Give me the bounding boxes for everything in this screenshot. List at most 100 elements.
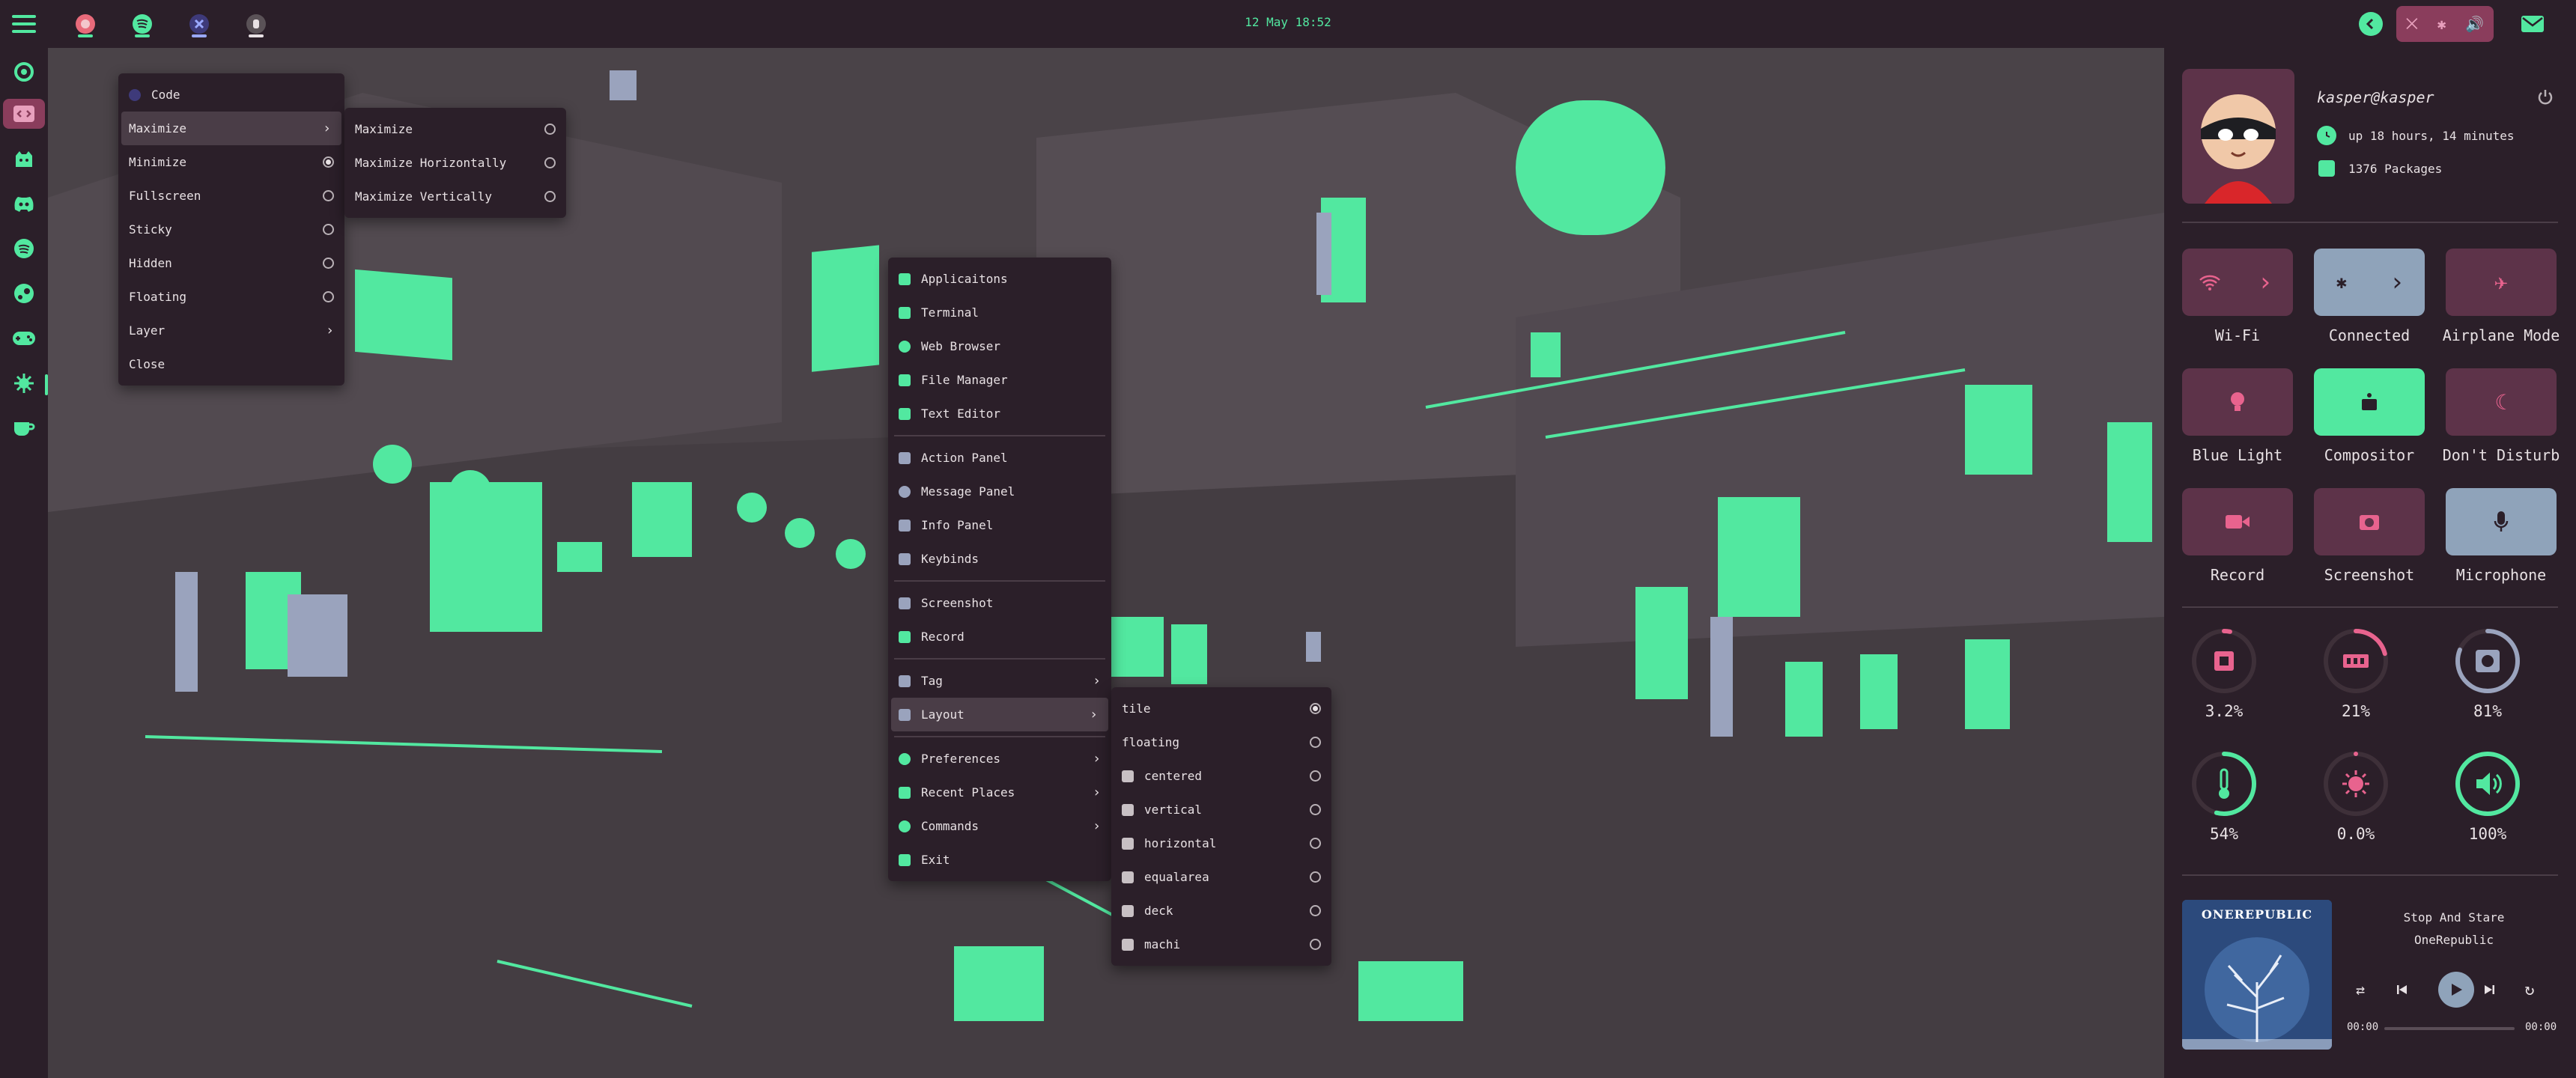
airplane-mode-toggle[interactable]: ✈ xyxy=(2446,249,2557,316)
blue-light-label: Blue Light xyxy=(2192,446,2283,464)
menu-item-preferences[interactable]: Preferences › xyxy=(888,742,1111,776)
menu-item-minimize[interactable]: Minimize xyxy=(118,145,344,179)
avatar xyxy=(2182,69,2294,204)
layout-item-equalarea[interactable]: equalarea xyxy=(1111,860,1331,894)
clock[interactable]: 12 May 18:52 xyxy=(1213,15,1363,29)
camera-icon xyxy=(2360,515,2379,530)
menu-separator xyxy=(894,580,1105,582)
desktop-main-menu: Applicaitons Terminal Web Browser File M… xyxy=(888,258,1111,881)
menu-item-maximize-both[interactable]: Maximize xyxy=(344,112,566,146)
menu-item-exit[interactable]: Exit xyxy=(888,843,1111,877)
radio-unchecked-icon xyxy=(544,157,556,168)
play-button[interactable] xyxy=(2438,972,2474,1008)
layout-item-floating[interactable]: floating xyxy=(1111,725,1331,759)
menu-item-tag[interactable]: Tag › xyxy=(888,664,1111,698)
chevron-right-icon: › xyxy=(1093,818,1101,834)
menu-item-maximize[interactable]: Maximize › xyxy=(121,112,341,145)
repeat-button[interactable]: ↻ xyxy=(2516,976,2543,1003)
gear-icon xyxy=(899,752,911,765)
radio-unchecked-icon xyxy=(544,191,556,202)
system-tray[interactable]: ⨉ ✱ 🔊 xyxy=(2396,6,2494,42)
layout-item-machi[interactable]: machi xyxy=(1111,928,1331,961)
shell-taskbar-button[interactable] xyxy=(241,9,271,39)
grid-layout-icon xyxy=(1122,871,1134,883)
spotify-dock-icon[interactable] xyxy=(9,234,39,264)
spotify-taskbar-button[interactable] xyxy=(127,9,157,39)
screenshot-toggle[interactable] xyxy=(2314,488,2425,555)
left-dock xyxy=(0,48,48,1078)
menu-item-label: Web Browser xyxy=(921,339,1000,353)
layout-item-vertical[interactable]: vertical xyxy=(1111,793,1331,826)
back-arrow-icon[interactable] xyxy=(2359,12,2383,36)
menu-item-info-panel[interactable]: Info Panel xyxy=(888,508,1111,542)
gamepad-dock-icon[interactable] xyxy=(9,323,39,353)
menu-item-layout[interactable]: Layout › xyxy=(891,698,1108,731)
menu-item-floating[interactable]: Floating xyxy=(118,280,344,314)
uptime-text: up 18 hours, 14 minutes xyxy=(2348,129,2515,143)
layout-item-tile[interactable]: tile xyxy=(1111,692,1331,725)
firefox-dock-icon[interactable] xyxy=(9,57,39,87)
machi-layout-icon xyxy=(1122,938,1134,951)
ram-stat-ring xyxy=(2322,627,2390,695)
steam-dock-icon[interactable] xyxy=(9,278,39,308)
menu-hamburger-icon[interactable] xyxy=(10,13,37,34)
menu-item-fullscreen[interactable]: Fullscreen xyxy=(118,179,344,213)
settings-dock-icon[interactable] xyxy=(9,368,39,398)
maximize-submenu: Maximize Maximize Horizontally Maximize … xyxy=(344,108,566,218)
blue-light-toggle[interactable] xyxy=(2182,368,2293,436)
menu-item-close[interactable]: Close xyxy=(118,347,344,381)
record-toggle[interactable] xyxy=(2182,488,2293,555)
bluetooth-toggle[interactable]: ✱ › xyxy=(2314,249,2425,316)
menu-item-layer[interactable]: Layer › xyxy=(118,314,344,347)
previous-button[interactable] xyxy=(2389,976,2416,1003)
menu-item-commands[interactable]: Commands › xyxy=(888,809,1111,843)
menu-item-file-manager[interactable]: File Manager xyxy=(888,363,1111,397)
menu-item-applications[interactable]: Applicaitons xyxy=(888,262,1111,296)
layout-item-centered[interactable]: centered xyxy=(1111,759,1331,793)
menu-item-record[interactable]: Record xyxy=(888,620,1111,654)
vscode-taskbar-button[interactable] xyxy=(184,9,214,39)
dont-disturb-toggle[interactable]: ☾ xyxy=(2446,368,2557,436)
github-dock-icon[interactable] xyxy=(9,144,39,174)
discord-dock-icon[interactable] xyxy=(9,189,39,219)
radio-unchecked-icon xyxy=(1310,871,1321,883)
stat-value-label: 81% xyxy=(2473,702,2502,720)
firefox-taskbar-button[interactable] xyxy=(70,9,100,39)
radio-unchecked-icon xyxy=(323,190,334,201)
menu-item-recent-places[interactable]: Recent Places › xyxy=(888,776,1111,809)
code-dock-icon[interactable] xyxy=(3,99,45,129)
progress-track[interactable] xyxy=(2384,1027,2515,1030)
bluetooth-label: Connected xyxy=(2328,326,2411,344)
menu-item-terminal[interactable]: Terminal xyxy=(888,296,1111,329)
menu-item-hidden[interactable]: Hidden xyxy=(118,246,344,280)
coffee-dock-icon[interactable] xyxy=(9,413,39,443)
layout-item-deck[interactable]: deck xyxy=(1111,894,1331,928)
menu-item-label: Preferences xyxy=(921,752,1000,766)
screenshot-label: Screenshot xyxy=(2324,566,2415,584)
next-button[interactable] xyxy=(2476,976,2503,1003)
power-button[interactable] xyxy=(2534,85,2557,108)
menu-item-text-editor[interactable]: Text Editor xyxy=(888,397,1111,430)
chevron-right-icon: › xyxy=(1090,707,1098,722)
menu-item-web-browser[interactable]: Web Browser xyxy=(888,329,1111,363)
menu-item-maximize-vertically[interactable]: Maximize Vertically xyxy=(344,180,566,213)
menu-item-label: floating xyxy=(1122,735,1180,749)
radio-checked-icon xyxy=(1310,703,1321,714)
menu-item-sticky[interactable]: Sticky xyxy=(118,213,344,246)
compositor-toggle[interactable] xyxy=(2314,368,2425,436)
menu-item-keybinds[interactable]: Keybinds xyxy=(888,542,1111,576)
menu-item-screenshot[interactable]: Screenshot xyxy=(888,586,1111,620)
menu-item-message-panel[interactable]: Message Panel xyxy=(888,475,1111,508)
microphone-toggle[interactable] xyxy=(2446,488,2557,555)
mail-icon[interactable] xyxy=(2516,10,2549,37)
menu-item-label: horizontal xyxy=(1144,836,1217,850)
chat-icon xyxy=(899,485,911,498)
menu-item-action-panel[interactable]: Action Panel xyxy=(888,441,1111,475)
shuffle-button[interactable]: ⇄ xyxy=(2347,976,2374,1003)
menu-item-label: Commands xyxy=(921,819,979,833)
wifi-toggle[interactable]: › xyxy=(2182,249,2293,316)
menu-item-maximize-horizontally[interactable]: Maximize Horizontally xyxy=(344,146,566,180)
radio-unchecked-icon xyxy=(1310,804,1321,815)
menu-item-label: Maximize Horizontally xyxy=(355,156,507,170)
layout-item-horizontal[interactable]: horizontal xyxy=(1111,826,1331,860)
